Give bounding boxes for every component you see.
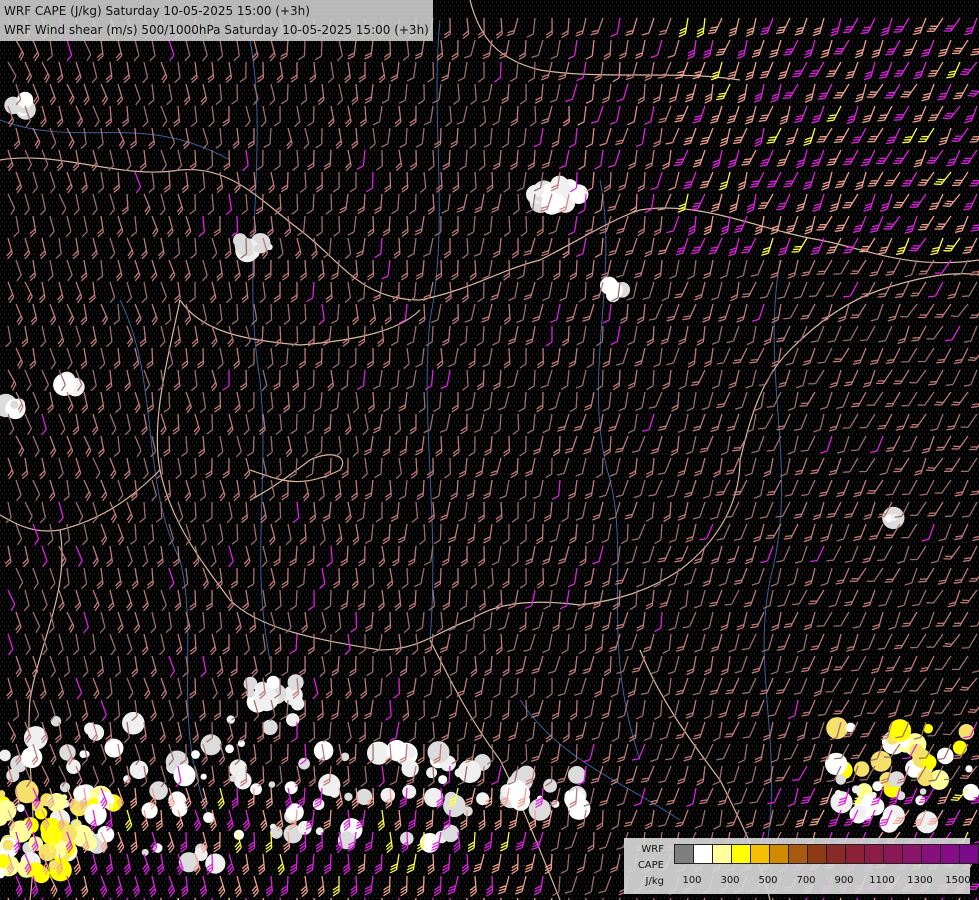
cape-patch: [142, 849, 149, 856]
cape-patch: [565, 791, 585, 811]
cape-patch: [47, 793, 66, 812]
cape-patch: [174, 764, 196, 786]
cape-patch: [402, 785, 416, 799]
cape-patch: [262, 720, 277, 735]
cape-patch: [438, 775, 447, 784]
cape-patch: [21, 747, 42, 768]
cape-patch: [455, 768, 464, 777]
cape-patch: [532, 184, 545, 197]
cape-patch: [559, 183, 572, 196]
cape-patch: [298, 758, 310, 770]
cape-patch: [2, 840, 13, 851]
cape-patch: [428, 741, 450, 763]
cape-patch: [288, 674, 304, 690]
cape-patch: [191, 750, 200, 759]
cape-patch: [835, 790, 842, 797]
cape-patch: [344, 793, 352, 801]
cape-patch: [463, 806, 473, 816]
cape-patch: [203, 812, 214, 823]
cape-patch: [73, 785, 90, 802]
cape-patch: [921, 755, 936, 770]
cape-patch: [291, 697, 304, 710]
cape-patch: [233, 233, 247, 247]
cape-patch: [846, 723, 856, 733]
cape-patch: [53, 373, 76, 396]
cape-patch: [395, 747, 407, 759]
cape-patch: [426, 767, 437, 778]
cape-patch: [227, 715, 235, 723]
cape-patch: [953, 741, 967, 755]
cape-patch: [424, 788, 443, 807]
cape-patch: [852, 785, 860, 793]
cape-patch: [10, 401, 18, 409]
cape-patch: [872, 781, 882, 791]
cape-patch: [254, 245, 262, 253]
cape-patch: [201, 774, 207, 780]
cape-patch: [153, 843, 163, 853]
cape-patch: [836, 774, 846, 784]
weather-map: [0, 0, 979, 900]
cape-patch: [98, 826, 113, 841]
cape-patch: [225, 744, 234, 753]
cape-patch: [965, 765, 972, 772]
cape-patch: [568, 766, 586, 784]
cape-patch: [269, 781, 276, 788]
cape-patch: [543, 779, 557, 793]
cape-patch: [33, 866, 50, 883]
cape-patch: [255, 682, 270, 697]
cape-patch: [442, 825, 459, 842]
cape-patch: [122, 712, 145, 735]
cape-patch: [920, 788, 927, 795]
